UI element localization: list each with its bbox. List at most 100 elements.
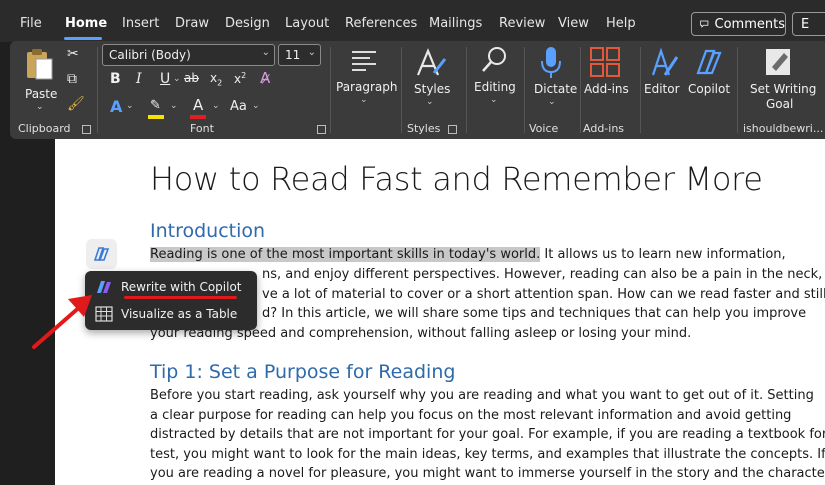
editing-label: Editing [474,80,516,94]
tip1-line[interactable]: Before you start reading, ask yourself w… [150,386,814,406]
format-painter-icon[interactable]: 🖌 [67,96,85,112]
intro-line-2[interactable]: ns, and enjoy different perspectives. Ho… [262,265,822,285]
editing-mode-button[interactable]: E [792,12,825,36]
clipboard-launcher-icon[interactable] [82,125,91,134]
tip1-line[interactable]: test, you might want to look for the mai… [150,445,825,465]
menu-view[interactable]: View [558,16,589,31]
heading-tip-1[interactable]: Tip 1: Set a Purpose for Reading [150,361,455,383]
underline-icon[interactable]: U [160,71,170,87]
paragraph-button[interactable]: Paragraph ⌄ [336,47,398,109]
chevron-down-icon: ⌄ [261,47,270,58]
menu-mailings[interactable]: Mailings [429,16,482,31]
selected-text[interactable]: Reading is one of the most important ski… [150,247,541,262]
voice-group-label: Voice [529,122,559,135]
chevron-down-icon[interactable]: ⌄ [212,101,220,111]
annotation-underline [124,296,237,299]
tip1-line[interactable]: you are reading a novel for pleasure, yo… [150,464,825,484]
paragraph-label: Paragraph [336,80,398,94]
font-group-label: Font [190,122,214,135]
document-title[interactable]: How to Read Fast and Remember More [150,160,763,198]
intro-line-1[interactable]: Reading is one of the most important ski… [150,245,786,265]
microphone-icon [541,47,561,78]
italic-icon[interactable]: I [136,71,142,87]
chevron-down-icon: ⌄ [307,47,316,58]
styles-button[interactable]: Styles ⌄ [406,45,456,109]
intro-line-4[interactable]: d? In this article, we will share some t… [262,304,806,324]
font-color-icon[interactable]: A [190,96,208,120]
change-case-icon[interactable]: Aa [230,99,247,114]
active-tab-indicator [64,37,102,40]
annotation-arrow [32,295,92,349]
menu-layout[interactable]: Layout [285,16,329,31]
intro-line-3[interactable]: ve a lot of material to cover or a short… [262,285,825,305]
font-launcher-icon[interactable] [317,125,326,134]
menu-draw[interactable]: Draw [175,16,209,31]
cut-icon[interactable]: ✂ [67,46,79,62]
writing-goal-icon [766,49,790,75]
clear-formatting-icon[interactable]: A̷ [260,69,270,87]
chevron-down-icon[interactable]: ⌄ [170,101,178,111]
font-name-value: Calibri (Body) [109,48,191,62]
paste-button[interactable]: Paste ⌄ [22,47,58,112]
set-writing-goal-button[interactable]: Set Writing Goal [744,45,816,113]
chevron-down-icon[interactable]: ⌄ [173,74,181,84]
tip1-line[interactable]: a clear purpose for reading can help you… [150,406,791,426]
paste-chevron-icon[interactable]: ⌄ [36,102,44,112]
writing-goal-label-line2: Goal [766,97,794,111]
bold-icon[interactable]: B [110,71,121,87]
styles-launcher-icon[interactable] [448,125,457,134]
ribbon: Paste ⌄ ✂ ⧉ 🖌 Clipboard Calibri (Body) ⌄… [10,41,825,139]
visualize-as-table-item[interactable]: Visualize as a Table [95,302,253,326]
subscript-icon[interactable]: x2 [210,71,222,87]
dictate-button[interactable]: Dictate ⌄ [520,45,577,109]
chevron-down-icon: ⌄ [426,97,434,107]
font-size-combo[interactable]: 11 ⌄ [278,44,321,66]
writing-goal-group-label: ishouldbewri... [743,122,824,135]
copilot-label: Copilot [688,82,731,96]
copilot-inline-button[interactable] [86,239,117,269]
menu-file[interactable]: File [20,16,42,31]
tip1-line[interactable]: distracted by details that are not impor… [150,425,825,445]
menu-help[interactable]: Help [606,16,636,31]
copilot-icon [696,49,722,75]
strikethrough-icon[interactable]: ab [184,71,199,85]
chevron-down-icon[interactable]: ⌄ [126,101,134,111]
divider [737,47,738,133]
text-effects-icon[interactable]: A [110,97,122,116]
menu-references[interactable]: References [345,16,417,31]
addins-label: Add-ins [584,82,629,96]
font-name-combo[interactable]: Calibri (Body) ⌄ [102,44,275,66]
paragraph-icon [352,51,376,71]
menu-insert[interactable]: Insert [122,16,159,31]
menu-design[interactable]: Design [225,16,270,31]
editor-pen-icon [651,47,679,76]
editing-button[interactable]: Editing ⌄ [470,45,520,109]
clipboard-group-label: Clipboard [18,122,71,135]
chevron-down-icon: ⌄ [548,97,556,107]
heading-introduction[interactable]: Introduction [150,220,265,242]
styles-group-label: Styles [407,122,441,135]
editing-mode-label: E [801,16,810,32]
styles-icon [416,48,447,76]
menu-home[interactable]: Home [65,16,107,31]
divider [580,47,581,133]
superscript-icon[interactable]: x2 [234,71,246,86]
divider [466,47,467,133]
chevron-down-icon[interactable]: ⌄ [252,101,260,111]
rewrite-with-copilot-label: Rewrite with Copilot [121,280,242,294]
comments-label: Comments [714,16,785,32]
divider [330,47,331,133]
divider [640,47,641,133]
copy-icon[interactable]: ⧉ [67,71,77,87]
addins-group-label: Add-ins [583,122,625,135]
copilot-context-menu: Rewrite with Copilot Visualize as a Tabl… [85,271,257,330]
addins-grid-icon [590,47,620,77]
highlight-color-icon[interactable]: ✎ [148,98,166,120]
copilot-icon [93,247,109,261]
comments-button[interactable]: Comments [691,12,786,36]
editor-button[interactable]: Editor [644,45,684,109]
copilot-ribbon-button[interactable]: Copilot [686,45,732,109]
font-size-value: 11 [285,48,301,62]
menu-review[interactable]: Review [499,16,545,31]
addins-button[interactable]: Add-ins [584,45,634,109]
